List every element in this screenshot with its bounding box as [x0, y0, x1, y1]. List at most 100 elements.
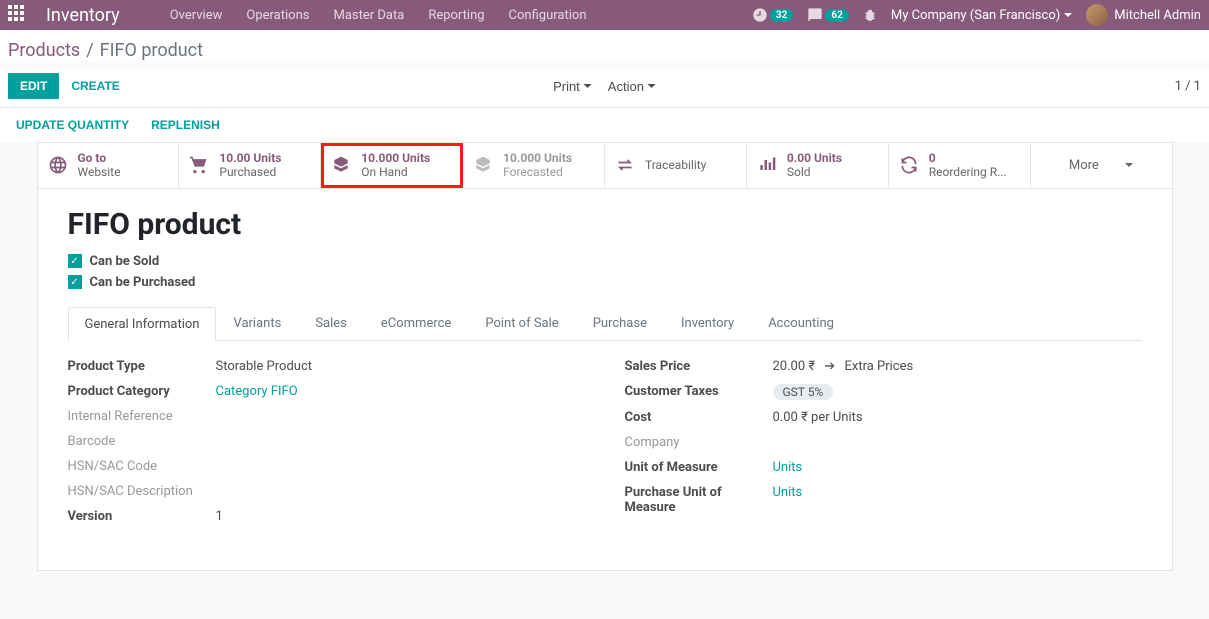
chevron-down-icon — [1125, 163, 1133, 167]
can-be-purchased-checkbox[interactable]: ✓ — [68, 275, 82, 289]
can-be-sold-label: Can be Sold — [90, 254, 160, 269]
avatar — [1086, 4, 1108, 26]
stat-reordering[interactable]: 0Reordering R... — [889, 143, 1031, 188]
breadcrumb: Products / FIFO product — [8, 40, 1193, 61]
stat-go-to-website[interactable]: Go toWebsite — [38, 143, 180, 188]
hsn-desc-label: HSN/SAC Description — [68, 484, 216, 499]
bar-chart-icon — [757, 155, 777, 175]
edit-button[interactable]: Edit — [8, 73, 59, 99]
breadcrumb-current: FIFO product — [100, 40, 203, 61]
stat-traceability[interactable]: Traceability — [605, 143, 747, 188]
can-be-purchased-row: ✓ Can be Purchased — [68, 275, 1142, 290]
nav-configuration[interactable]: Configuration — [499, 2, 597, 29]
cart-icon — [189, 155, 209, 175]
action-dropdown[interactable]: Action — [608, 79, 656, 94]
product-title: FIFO product — [68, 207, 1142, 242]
bug-icon — [863, 8, 877, 22]
control-bar: Edit Create Print Action 1 / 1 — [0, 69, 1209, 108]
tab-sales[interactable]: Sales — [298, 306, 364, 340]
stat-sold[interactable]: 0.00 UnitsSold — [747, 143, 889, 188]
tab-purchase[interactable]: Purchase — [576, 306, 664, 340]
form-grid: Product TypeStorable Product Product Cat… — [68, 341, 1142, 552]
clock-icon — [752, 7, 768, 23]
apps-menu-icon[interactable] — [8, 5, 28, 25]
customer-taxes-chip[interactable]: GST 5% — [773, 384, 834, 400]
tab-inventory[interactable]: Inventory — [664, 306, 751, 340]
stat-purchased[interactable]: 10.00 UnitsPurchased — [179, 143, 321, 188]
activities-badge: 32 — [770, 9, 793, 22]
version-label: Version — [68, 509, 216, 524]
debug-button[interactable] — [863, 8, 877, 22]
sheet-body: FIFO product ✓ Can be Sold ✓ Can be Purc… — [38, 189, 1172, 570]
stat-forecasted[interactable]: 10.000 UnitsForecasted — [463, 143, 605, 188]
can-be-sold-checkbox[interactable]: ✓ — [68, 254, 82, 268]
center-actions: Print Action — [553, 79, 656, 94]
cubes-icon — [473, 155, 493, 175]
chat-icon — [807, 7, 823, 23]
can-be-sold-row: ✓ Can be Sold — [68, 254, 1142, 269]
cubes-icon — [331, 155, 351, 175]
extra-prices-link[interactable]: Extra Prices — [844, 359, 913, 374]
chevron-down-icon — [584, 84, 592, 88]
stat-on-hand[interactable]: 10.000 UnitsOn Hand — [321, 143, 463, 188]
sub-actions: Update Quantity Replenish — [0, 108, 1209, 142]
tab-accounting[interactable]: Accounting — [751, 306, 851, 340]
customer-taxes-label: Customer Taxes — [625, 384, 773, 400]
exchange-icon — [615, 155, 635, 175]
print-dropdown[interactable]: Print — [553, 79, 592, 94]
uom-label: Unit of Measure — [625, 460, 773, 475]
nav-links: Overview Operations Master Data Reportin… — [160, 2, 597, 29]
user-name: Mitchell Admin — [1114, 8, 1201, 23]
tab-variants[interactable]: Variants — [216, 306, 298, 340]
sales-price-value: 20.00 ₹ ➔ Extra Prices — [773, 359, 914, 374]
app-brand[interactable]: Inventory — [46, 5, 120, 26]
internal-reference-label: Internal Reference — [68, 409, 216, 424]
refresh-icon — [899, 155, 919, 175]
breadcrumb-separator: / — [86, 40, 93, 61]
arrow-right-icon: ➔ — [824, 359, 835, 374]
update-quantity-button[interactable]: Update Quantity — [16, 118, 129, 132]
pager[interactable]: 1 / 1 — [1175, 79, 1201, 94]
barcode-label: Barcode — [68, 434, 216, 449]
company-label: Company — [625, 435, 773, 450]
breadcrumb-root[interactable]: Products — [8, 40, 80, 61]
puom-label: Purchase Unit of Measure — [625, 485, 773, 515]
product-category-link[interactable]: Category FIFO — [216, 384, 298, 399]
replenish-button[interactable]: Replenish — [151, 118, 220, 132]
right-column: Sales Price 20.00 ₹ ➔ Extra Prices Custo… — [625, 359, 1142, 534]
top-nav: Inventory Overview Operations Master Dat… — [0, 0, 1209, 30]
cost-label: Cost — [625, 410, 773, 425]
product-category-label: Product Category — [68, 384, 216, 399]
nav-operations[interactable]: Operations — [236, 2, 319, 29]
tab-point-of-sale[interactable]: Point of Sale — [468, 306, 575, 340]
nav-master-data[interactable]: Master Data — [323, 2, 414, 29]
company-name: My Company (San Francisco) — [891, 8, 1060, 23]
chevron-down-icon — [1064, 13, 1072, 17]
product-type-value: Storable Product — [216, 359, 313, 374]
chevron-down-icon — [648, 84, 656, 88]
form-sheet: Go toWebsite 10.00 UnitsPurchased 10.000… — [37, 142, 1173, 571]
tab-bar: General Information Variants Sales eComm… — [68, 306, 1142, 341]
create-button[interactable]: Create — [59, 73, 131, 99]
uom-link[interactable]: Units — [773, 460, 803, 475]
nav-right: 32 62 My Company (San Francisco) Mitchel… — [752, 4, 1201, 26]
user-menu[interactable]: Mitchell Admin — [1086, 4, 1201, 26]
sales-price-label: Sales Price — [625, 359, 773, 374]
hsn-code-label: HSN/SAC Code — [68, 459, 216, 474]
stat-buttons: Go toWebsite 10.00 UnitsPurchased 10.000… — [38, 143, 1172, 189]
product-type-label: Product Type — [68, 359, 216, 374]
messages-badge: 62 — [825, 9, 848, 22]
activities-button[interactable]: 32 — [752, 7, 793, 23]
cost-value: 0.00 ₹ per Units — [773, 410, 863, 425]
tab-general-information[interactable]: General Information — [68, 307, 217, 341]
stat-more[interactable]: More — [1031, 143, 1172, 188]
globe-icon — [48, 155, 68, 175]
company-selector[interactable]: My Company (San Francisco) — [891, 8, 1072, 23]
version-value: 1 — [216, 509, 223, 524]
nav-reporting[interactable]: Reporting — [418, 2, 494, 29]
puom-link[interactable]: Units — [773, 485, 803, 500]
can-be-purchased-label: Can be Purchased — [90, 275, 196, 290]
messages-button[interactable]: 62 — [807, 7, 848, 23]
nav-overview[interactable]: Overview — [160, 2, 233, 29]
tab-ecommerce[interactable]: eCommerce — [364, 306, 468, 340]
